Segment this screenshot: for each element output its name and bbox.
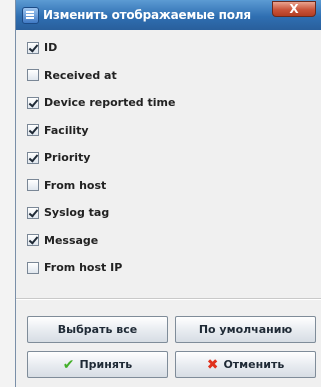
field-label: Received at — [44, 68, 117, 82]
check-icon: ✔ — [62, 356, 75, 373]
cancel-label: Отменить — [223, 358, 285, 371]
app-icon — [22, 7, 39, 24]
field-row-priority[interactable]: Priority — [20, 144, 321, 172]
field-row-received-at[interactable]: Received at — [20, 62, 321, 90]
field-label: Facility — [44, 123, 89, 137]
close-button[interactable]: X — [272, 1, 316, 17]
select-all-button[interactable]: Выбрать все — [27, 316, 168, 343]
checkbox-priority[interactable] — [27, 151, 39, 164]
separator-highlight — [16, 299, 321, 300]
field-label: ID — [44, 41, 58, 55]
checkbox-device-reported-time[interactable] — [27, 96, 39, 109]
checkbox-message[interactable] — [27, 234, 39, 247]
accept-label: Принять — [79, 358, 133, 371]
field-row-syslog-tag[interactable]: Syslog tag — [20, 199, 321, 227]
field-label: From host — [44, 178, 107, 192]
field-row-device-reported-time[interactable]: Device reported time — [20, 89, 321, 117]
accept-button[interactable]: ✔ Принять — [27, 351, 168, 378]
field-list: ID Received at Device reported time Faci… — [20, 34, 321, 282]
checkbox-facility[interactable] — [27, 124, 39, 137]
checkbox-syslog-tag[interactable] — [27, 206, 39, 219]
defaults-label: По умолчанию — [198, 323, 293, 336]
field-label: From host IP — [44, 261, 123, 275]
select-all-label: Выбрать все — [57, 323, 138, 336]
field-row-facility[interactable]: Facility — [20, 117, 321, 145]
field-label: Syslog tag — [44, 206, 110, 220]
field-row-from-host-ip[interactable]: From host IP — [20, 254, 321, 282]
checkbox-id[interactable] — [27, 41, 39, 54]
cross-icon: ✖ — [206, 356, 219, 373]
cancel-button[interactable]: ✖ Отменить — [175, 351, 316, 378]
field-label: Priority — [44, 151, 91, 165]
checkbox-from-host-ip[interactable] — [27, 261, 39, 274]
field-row-id[interactable]: ID — [20, 34, 321, 62]
dialog-title: Изменить отображаемые поля — [43, 8, 251, 22]
field-label: Message — [44, 233, 99, 247]
field-row-from-host[interactable]: From host — [20, 172, 321, 200]
title-bar[interactable]: Изменить отображаемые поля X — [16, 0, 321, 30]
field-row-message[interactable]: Message — [20, 227, 321, 255]
dialog-window: Изменить отображаемые поля X ID Received… — [15, 0, 321, 387]
checkbox-received-at[interactable] — [27, 69, 39, 82]
defaults-button[interactable]: По умолчанию — [175, 316, 316, 343]
checkbox-from-host[interactable] — [27, 179, 39, 192]
field-label: Device reported time — [44, 96, 176, 110]
